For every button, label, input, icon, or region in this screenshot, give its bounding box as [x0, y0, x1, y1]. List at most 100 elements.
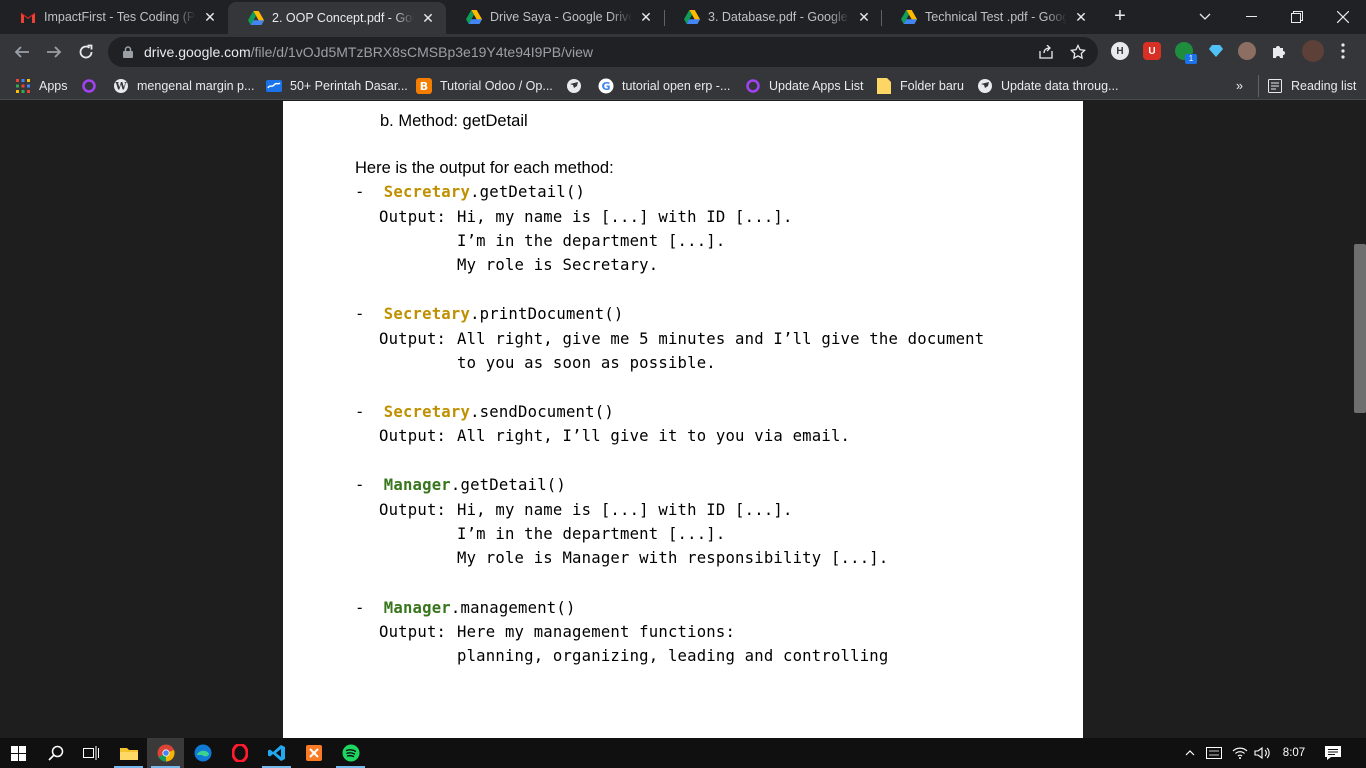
output-line: My role is Secretary. [457, 256, 659, 274]
close-icon[interactable]: ✕ [856, 9, 872, 25]
bookmark-label: Apps [39, 79, 68, 93]
class-name: Secretary [383, 403, 471, 421]
extension-h-icon[interactable]: H [1111, 42, 1129, 60]
task-view-icon[interactable] [72, 738, 109, 768]
opera-icon[interactable] [221, 738, 258, 768]
bookmark-item[interactable]: Update Apps List [745, 75, 864, 97]
bookmark-label: Update Apps List [769, 79, 864, 93]
chevron-up-icon [1185, 750, 1195, 756]
output-line: Here my management functions: [457, 623, 736, 641]
bookmark-label: 50+ Perintah Dasar... [290, 79, 408, 93]
volume-icon[interactable] [1252, 738, 1272, 768]
bookmark-item[interactable] [81, 75, 105, 97]
bookmark-item[interactable]: G tutorial open erp -... [598, 75, 730, 97]
extension-avatar-icon[interactable] [1238, 42, 1256, 60]
wifi-icon[interactable] [1231, 738, 1249, 768]
forward-button[interactable] [40, 38, 68, 66]
svg-text:G: G [601, 80, 610, 93]
spotify-icon[interactable] [332, 738, 369, 768]
method-name: .sendDocument() [470, 403, 614, 421]
bookmark-label: Tutorial Odoo / Op... [440, 79, 553, 93]
pdf-viewer: b. Method: getDetail Here is the output … [0, 101, 1366, 738]
bullet: - [355, 305, 365, 323]
url-host: drive.google.com [144, 44, 251, 60]
tab-title: 3. Database.pdf - Google Dri [708, 10, 850, 24]
tab-oop-concept[interactable]: 2. OOP Concept.pdf - Google ✕ [228, 2, 446, 34]
chevron-down-icon [1199, 13, 1211, 20]
close-icon[interactable]: ✕ [202, 9, 218, 25]
gmail-icon [20, 9, 36, 25]
clock[interactable]: 8:07 [1278, 738, 1310, 768]
puzzle-icon[interactable] [1270, 42, 1288, 60]
bookmark-label: Update data throug... [1001, 79, 1119, 93]
notification-icon[interactable] [1320, 738, 1346, 768]
close-icon[interactable]: ✕ [638, 9, 654, 25]
back-button[interactable] [8, 38, 36, 66]
class-name: Secretary [383, 305, 471, 323]
bookmark-item[interactable]: 50+ Perintah Dasar... [266, 75, 408, 97]
profile-avatar[interactable] [1302, 40, 1324, 62]
windows-start-icon[interactable] [0, 738, 37, 768]
tab-drive-saya[interactable]: Drive Saya - Google Drive ✕ [446, 0, 664, 34]
restore-button[interactable] [1274, 0, 1320, 34]
method-heading: - Secretary.sendDocument() [355, 403, 614, 421]
output-line: All right, I’ll give it to you via email… [457, 427, 851, 445]
method-name: .getDetail() [450, 476, 566, 494]
chrome-icon[interactable] [147, 738, 184, 768]
method-heading: - Manager.getDetail() [355, 476, 566, 494]
address-bar[interactable]: drive.google.com/file/d/1vOJd5MTzBRX8sCM… [108, 37, 1098, 67]
tab-title: Drive Saya - Google Drive [490, 10, 632, 24]
reading-list-button[interactable]: Reading list [1267, 75, 1356, 97]
minimize-button[interactable] [1228, 0, 1274, 34]
share-icon[interactable] [1038, 44, 1054, 60]
diamond-extension-icon[interactable] [1207, 42, 1225, 60]
url-path: /file/d/1vOJd5MTzBRX8sCMSBp3e19Y4te94I9P… [250, 44, 594, 60]
tab-search-button[interactable] [1182, 0, 1228, 34]
close-icon[interactable]: ✕ [1073, 9, 1089, 25]
ime-icon[interactable] [1204, 738, 1224, 768]
file-explorer-icon[interactable] [110, 738, 147, 768]
bookmarks-bar: Apps W mengenal margin p... 50+ Perintah… [0, 71, 1366, 100]
tab-strip: ImpactFirst - Tes Coding (Pen ✕ 2. OOP C… [0, 0, 1366, 34]
tab-database[interactable]: 3. Database.pdf - Google Dri ✕ [664, 0, 882, 34]
close-window-button[interactable] [1320, 0, 1366, 34]
bookmark-item[interactable] [566, 75, 590, 97]
star-icon[interactable] [1070, 44, 1086, 60]
class-name: Secretary [383, 183, 471, 201]
google-drive-icon [466, 9, 482, 25]
bookmarks-overflow-button[interactable]: » [1236, 75, 1243, 97]
bookmark-item[interactable]: Folder baru [876, 75, 964, 97]
output-line: to you as soon as possible. [457, 354, 716, 372]
lock-icon[interactable] [120, 44, 136, 60]
method-item-b: b. Method: getDetail [380, 112, 528, 130]
tab-gmail[interactable]: ImpactFirst - Tes Coding (Pen ✕ [0, 0, 228, 34]
close-icon [1337, 11, 1349, 23]
svg-text:W: W [114, 82, 127, 93]
svg-text:B: B [420, 80, 428, 93]
reload-button[interactable] [72, 38, 100, 66]
output-label: Output: [379, 623, 447, 641]
vscode-icon[interactable] [258, 738, 295, 768]
google-icon: G [598, 78, 614, 94]
bullet: - [355, 183, 365, 201]
edge-icon[interactable] [184, 738, 221, 768]
bookmark-item[interactable]: B Tutorial Odoo / Op... [416, 75, 553, 97]
new-tab-button[interactable]: + [1108, 5, 1132, 29]
circle-icon [745, 78, 761, 94]
show-hidden-icons-button[interactable] [1182, 738, 1198, 768]
google-drive-icon [901, 9, 917, 25]
more-menu-icon[interactable] [1334, 42, 1352, 60]
bookmark-item[interactable]: Update data throug... [977, 75, 1118, 97]
viewer-scrollbar[interactable] [1354, 244, 1366, 413]
bookmark-item[interactable]: W mengenal margin p... [113, 75, 254, 97]
close-icon[interactable]: ✕ [420, 10, 436, 26]
google-drive-icon [684, 9, 700, 25]
extension-badge: 1 [1185, 54, 1197, 64]
bookmark-apps[interactable]: Apps [15, 75, 68, 97]
extension-red-icon[interactable]: U [1143, 42, 1161, 60]
wave-icon [266, 78, 282, 94]
globe-icon [977, 78, 993, 94]
xampp-icon[interactable] [295, 738, 332, 768]
search-icon[interactable] [37, 738, 74, 768]
tab-technical-test[interactable]: Technical Test .pdf - Google D ✕ [881, 0, 1099, 34]
